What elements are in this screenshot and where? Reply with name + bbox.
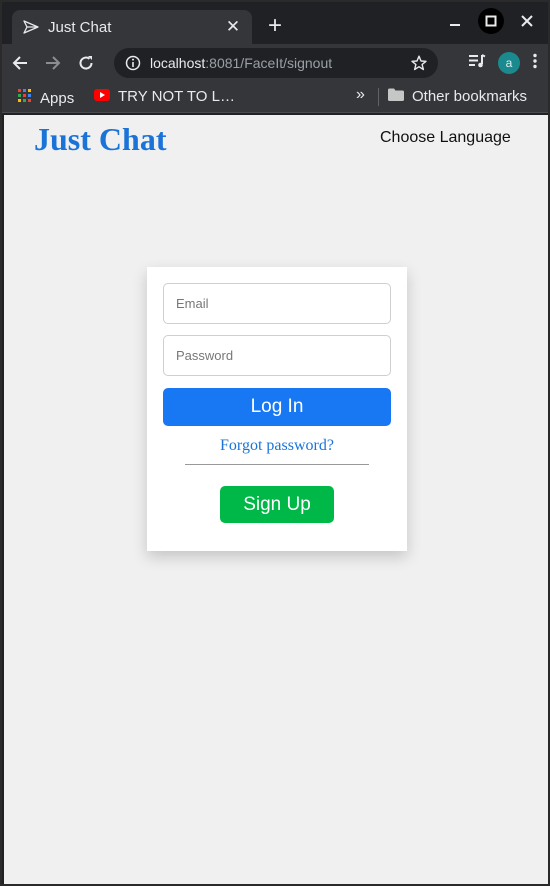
menu-dots-icon[interactable] <box>532 53 538 74</box>
tab-strip: Just Chat ✕ + <box>2 2 548 44</box>
page-content: Just Chat Choose Language Log In Forgot … <box>4 115 548 884</box>
minimize-icon[interactable] <box>442 8 468 34</box>
forward-arrow-icon[interactable] <box>38 48 68 78</box>
folder-icon <box>388 88 404 105</box>
back-arrow-icon[interactable] <box>5 48 35 78</box>
tab-close-icon[interactable]: ✕ <box>224 17 242 37</box>
toolbar-right: a <box>468 48 538 78</box>
url-host: localhost <box>150 55 206 71</box>
bookmark-youtube-label: TRY NOT TO L… <box>118 88 235 105</box>
url-path: :8081/FaceIt/signout <box>205 55 333 71</box>
login-card: Log In Forgot password? Sign Up <box>147 267 407 551</box>
address-bar[interactable]: localhost:8081/FaceIt/signout <box>114 48 438 78</box>
info-icon[interactable] <box>124 54 142 72</box>
reload-icon[interactable] <box>71 48 101 78</box>
close-window-icon[interactable] <box>514 8 540 34</box>
email-field[interactable] <box>163 283 391 324</box>
bookmark-other-label: Other bookmarks <box>412 88 528 105</box>
bookmark-other[interactable]: Other bookmarks <box>388 88 527 105</box>
media-queue-icon[interactable] <box>468 53 486 74</box>
profile-avatar[interactable]: a <box>498 52 520 74</box>
password-field[interactable] <box>163 335 391 376</box>
login-button[interactable]: Log In <box>163 388 391 426</box>
browser-tab[interactable]: Just Chat ✕ <box>12 10 252 44</box>
apps-grid-icon <box>18 88 32 108</box>
bookmarks-divider <box>378 88 379 106</box>
youtube-icon <box>94 88 110 105</box>
brand-logo-text[interactable]: Just Chat <box>34 121 166 158</box>
bookmarks-overflow-button[interactable]: » <box>356 86 365 104</box>
browser-window: Just Chat ✕ + localhost:8081/FaceIt/sign… <box>0 0 550 886</box>
tab-title: Just Chat <box>48 18 112 36</box>
window-controls <box>442 8 540 34</box>
paper-plane-icon <box>22 18 40 36</box>
url-text: localhost:8081/FaceIt/signout <box>150 55 410 71</box>
browser-toolbar: localhost:8081/FaceIt/signout a <box>2 44 548 82</box>
new-tab-button[interactable]: + <box>264 14 286 38</box>
bookmark-apps-label: Apps <box>40 89 75 107</box>
login-divider <box>185 464 369 465</box>
maximize-icon[interactable] <box>478 8 504 34</box>
bookmark-apps[interactable]: Apps <box>18 88 74 108</box>
forgot-password-link[interactable]: Forgot password? <box>147 437 407 455</box>
bookmark-star-icon[interactable] <box>410 54 428 72</box>
signup-button[interactable]: Sign Up <box>220 486 334 523</box>
bookmarks-bar: Apps TRY NOT TO L… » Other bookmarks <box>2 82 548 113</box>
choose-language-link[interactable]: Choose Language <box>380 129 511 147</box>
bookmark-youtube[interactable]: TRY NOT TO L… <box>94 88 235 105</box>
